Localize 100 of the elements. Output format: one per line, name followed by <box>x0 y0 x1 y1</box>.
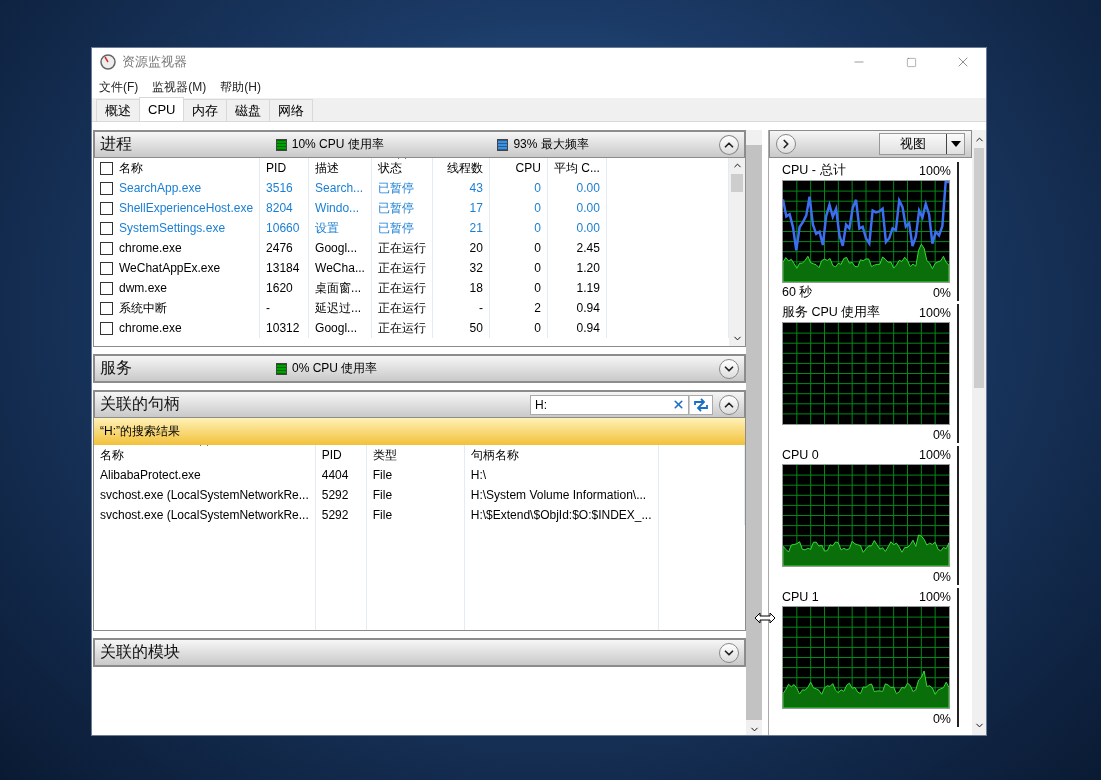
table-cell: Googl... <box>308 318 372 338</box>
table-cell: 32 <box>432 258 490 278</box>
table-cell: 1.19 <box>547 278 607 298</box>
select-all-checkbox[interactable] <box>100 161 113 175</box>
table-cell: 0 <box>489 238 548 258</box>
table-cell: 18 <box>432 278 490 298</box>
section-title: 关联的句柄 <box>100 394 181 414</box>
menu-item[interactable]: 文件(F) <box>94 76 144 98</box>
section-header[interactable]: 进程 10% CPU 使用率 93% 最大频率 <box>94 131 745 158</box>
table-cell: 桌面窗... <box>308 278 372 298</box>
table-cell: 4404 <box>315 465 367 485</box>
graph-title: CPU 1 <box>782 589 819 604</box>
process-name: SystemSettings.exe <box>119 221 226 235</box>
table-cell: 1620 <box>259 278 309 298</box>
indicator-label: 93% 最大频率 <box>513 136 589 153</box>
section-title: 服务 <box>100 358 133 378</box>
scroll-thumb[interactable] <box>731 174 743 192</box>
section-title: 关联的模块 <box>100 642 181 662</box>
table-cell: 0 <box>489 258 548 278</box>
graph-title: CPU - 总计 <box>782 162 846 179</box>
scrollbar[interactable] <box>972 130 986 735</box>
table-cell: H:\$Extend\$ObjId:$O:$INDEX_... <box>464 505 658 525</box>
table-cell: 延迟过... <box>308 298 372 318</box>
table-cell: 0 <box>489 278 548 298</box>
column-header[interactable]: 句柄名称 <box>464 445 658 465</box>
table-cell: 0.94 <box>547 318 607 338</box>
section-title: 进程 <box>100 134 133 154</box>
scroll-thumb[interactable] <box>974 148 984 388</box>
table-cell: 0.00 <box>547 178 607 198</box>
table-cell: 2476 <box>259 238 309 258</box>
table-cell: 8204 <box>259 198 309 218</box>
row-checkbox[interactable] <box>100 181 113 195</box>
row-checkbox[interactable] <box>100 281 113 295</box>
column-header[interactable]: 线程数 <box>432 158 490 178</box>
table-cell: 正在运行 <box>371 258 433 278</box>
table-cell: 0.00 <box>547 218 607 238</box>
process-name: 系统中断 <box>119 299 167 317</box>
table-cell: 已暂停 <box>371 198 433 218</box>
tab[interactable]: CPU <box>139 97 185 121</box>
scrollbar[interactable] <box>729 158 745 346</box>
column-header[interactable]: 类型 <box>366 445 465 465</box>
table-cell: 0.00 <box>547 198 607 218</box>
row-checkbox[interactable] <box>100 301 113 315</box>
table-cell: 0 <box>489 198 548 218</box>
table-cell: 正在运行 <box>371 318 433 338</box>
expand-button[interactable] <box>776 134 796 154</box>
graph-max-label: 100% <box>919 305 951 320</box>
section-header[interactable]: 关联的模块 <box>94 639 745 666</box>
column-header[interactable]: 名称 <box>94 445 316 465</box>
column-header[interactable]: 描述 <box>308 158 372 178</box>
table-cell: 设置 <box>308 218 372 238</box>
column-header[interactable]: PID <box>259 158 309 178</box>
graph-min-label: 0% <box>932 427 951 442</box>
table-cell: 10660 <box>259 218 309 238</box>
process-name: chrome.exe <box>119 241 182 255</box>
table-cell: 43 <box>432 178 490 198</box>
table-cell: 0 <box>489 178 548 198</box>
table-cell: 1.20 <box>547 258 607 278</box>
menu-item[interactable]: 帮助(H) <box>215 76 266 98</box>
row-checkbox[interactable] <box>100 241 113 255</box>
column-header[interactable]: PID <box>315 445 367 465</box>
tab[interactable]: 概述 <box>96 99 140 121</box>
graph-title: 服务 CPU 使用率 <box>782 304 881 321</box>
search-result-banner: “H:”的搜索结果 <box>94 418 745 445</box>
refresh-arrows-icon <box>693 397 709 412</box>
process-name: SearchApp.exe <box>119 181 202 195</box>
expand-button[interactable] <box>719 642 739 663</box>
table-cell: 50 <box>432 318 490 338</box>
collapse-button[interactable] <box>719 134 739 155</box>
section-header[interactable]: 服务 0% CPU 使用率 <box>94 355 745 382</box>
table-cell: 21 <box>432 218 490 238</box>
table-cell: 2.45 <box>547 238 607 258</box>
row-checkbox[interactable] <box>100 221 113 235</box>
table-cell: File <box>366 465 465 485</box>
process-name: WeChatAppEx.exe <box>119 261 221 275</box>
table-cell: WeCha... <box>308 258 372 278</box>
view-dropdown[interactable]: 视图 <box>879 133 965 155</box>
process-name: chrome.exe <box>119 321 182 335</box>
column-header[interactable]: 名称 <box>94 158 260 178</box>
table-cell: 0.94 <box>547 298 607 318</box>
row-checkbox[interactable] <box>100 261 113 275</box>
table-cell: 10312 <box>259 318 309 338</box>
column-header[interactable]: 平均 C... <box>547 158 607 178</box>
refresh-button[interactable] <box>689 394 713 415</box>
collapse-button[interactable] <box>719 394 739 415</box>
column-header[interactable]: CPU <box>489 158 548 178</box>
indicator-label: 10% CPU 使用率 <box>291 136 384 153</box>
dropdown-arrow-icon <box>950 141 961 147</box>
tab[interactable]: 网络 <box>269 99 314 121</box>
table-cell: AlibabaProtect.exe <box>94 465 316 485</box>
menu-item[interactable]: 监视器(M) <box>147 76 212 98</box>
table-cell: 0 <box>489 218 548 238</box>
column-header[interactable]: 状态 <box>371 158 433 178</box>
indicator-label: 0% CPU 使用率 <box>292 360 378 377</box>
row-checkbox[interactable] <box>100 201 113 215</box>
table-cell: - <box>432 298 490 318</box>
expand-button[interactable] <box>719 358 739 379</box>
table-cell: 3516 <box>259 178 309 198</box>
row-checkbox[interactable] <box>100 321 113 335</box>
table-cell: Googl... <box>308 238 372 258</box>
